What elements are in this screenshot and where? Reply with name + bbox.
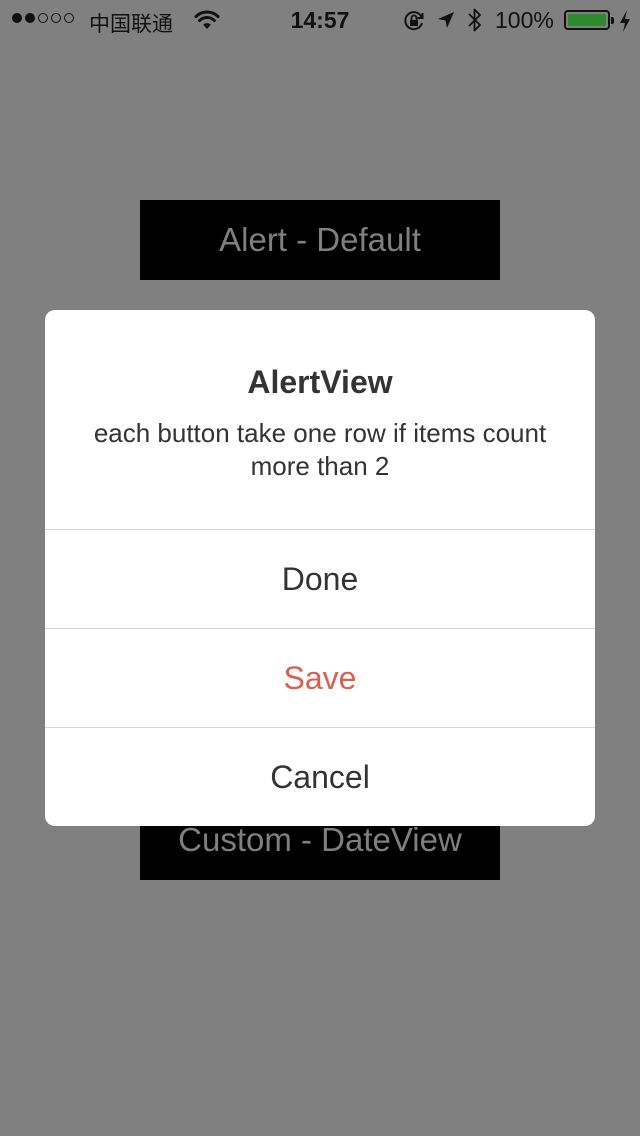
battery-percentage: 100% [495, 7, 554, 33]
cancel-button[interactable]: Cancel [45, 728, 595, 826]
orientation-lock-icon [402, 9, 426, 39]
alert-title: AlertView [247, 364, 393, 400]
save-button[interactable]: Save [45, 629, 595, 728]
status-bar: 中国联通 14:57 100% [0, 0, 640, 40]
done-button[interactable]: Done [45, 530, 595, 629]
charging-bolt-icon [618, 9, 632, 39]
custom-dateview-button-label: Custom - DateView [178, 821, 462, 858]
alert-message: each button take one row if items count … [93, 418, 547, 481]
location-arrow-icon [436, 9, 456, 37]
alert-default-button[interactable]: Alert - Default [140, 200, 500, 280]
battery-level [568, 14, 606, 26]
battery-terminal [611, 17, 614, 24]
alert-default-button-label: Alert - Default [219, 221, 421, 258]
alert-content: AlertView each button take one row if it… [45, 310, 595, 530]
battery-icon [564, 10, 614, 30]
bluetooth-icon [467, 6, 483, 40]
alert-dialog: AlertView each button take one row if it… [45, 310, 595, 826]
